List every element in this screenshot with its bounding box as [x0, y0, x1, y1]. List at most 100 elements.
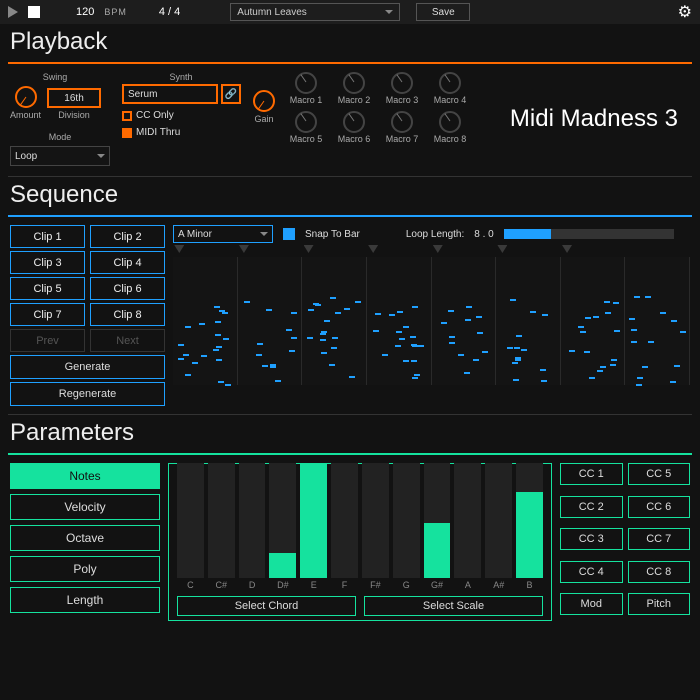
marker-lane[interactable]	[173, 245, 690, 255]
cc-button-cc7[interactable]: CC 7	[628, 528, 691, 550]
chord-marker[interactable]	[239, 245, 249, 253]
play-button[interactable]	[8, 6, 18, 18]
macro-3[interactable]: Macro 3	[383, 72, 421, 105]
clip-2[interactable]: Clip 2	[90, 225, 165, 248]
macro-4[interactable]: Macro 4	[431, 72, 469, 105]
scale-value: A Minor	[178, 229, 212, 240]
regenerate-button[interactable]: Regenerate	[10, 382, 165, 406]
synth-link-button[interactable]: 🔗	[221, 84, 241, 104]
note-weight-bars[interactable]: CC#DD#EFF#GG#AA#B	[177, 470, 543, 590]
chord-marker[interactable]	[562, 245, 572, 253]
prev-button[interactable]: Prev	[10, 329, 85, 352]
loop-length-slider[interactable]	[504, 229, 674, 239]
gear-icon[interactable]: ⚙	[678, 2, 692, 22]
clip-7[interactable]: Clip 7	[10, 303, 85, 326]
cc-button-pitch[interactable]: Pitch	[628, 593, 691, 615]
cc-button-cc6[interactable]: CC 6	[628, 496, 691, 518]
macro-label: Macro 6	[338, 134, 371, 144]
note-bar-A[interactable]: A	[454, 463, 481, 590]
note-bar-E[interactable]: E	[300, 463, 327, 590]
snap-checkbox[interactable]	[283, 228, 295, 240]
midi-thru-checkbox[interactable]: MIDI Thru	[122, 127, 241, 138]
tab-octave[interactable]: Octave	[10, 525, 160, 551]
next-button[interactable]: Next	[90, 329, 165, 352]
tab-notes[interactable]: Notes	[10, 463, 160, 489]
cc-button-mod[interactable]: Mod	[560, 593, 623, 615]
gain-label: Gain	[254, 114, 273, 124]
preset-select[interactable]: Autumn Leaves	[230, 3, 400, 21]
cc-button-cc2[interactable]: CC 2	[560, 496, 623, 518]
swing-division[interactable]: 16th	[47, 88, 101, 108]
scale-select[interactable]: A Minor	[173, 225, 273, 243]
note-bar-F[interactable]: F	[331, 463, 358, 590]
cc-button-cc3[interactable]: CC 3	[560, 528, 623, 550]
macro-7[interactable]: Macro 7	[383, 111, 421, 144]
piano-roll[interactable]	[173, 257, 690, 385]
tab-length[interactable]: Length	[10, 587, 160, 613]
select-scale-button[interactable]: Select Scale	[364, 596, 543, 616]
cc-button-cc5[interactable]: CC 5	[628, 463, 691, 485]
loop-length-label: Loop Length:	[406, 229, 464, 240]
gain-knob[interactable]	[253, 90, 275, 112]
macro-knob[interactable]	[391, 72, 413, 94]
swing-label: Swing	[10, 72, 100, 82]
macro-6[interactable]: Macro 6	[335, 111, 373, 144]
macro-label: Macro 4	[434, 95, 467, 105]
timesig[interactable]: 4 / 4	[159, 6, 180, 18]
macro-1[interactable]: Macro 1	[287, 72, 325, 105]
macro-8[interactable]: Macro 8	[431, 111, 469, 144]
save-button[interactable]: Save	[416, 3, 470, 21]
select-chord-button[interactable]: Select Chord	[177, 596, 356, 616]
chord-marker[interactable]	[174, 245, 184, 253]
snap-label: Snap To Bar	[305, 229, 360, 240]
swing-amount-knob[interactable]	[15, 86, 37, 108]
clip-1[interactable]: Clip 1	[10, 225, 85, 248]
note-bar-B[interactable]: B	[516, 463, 543, 590]
mode-value: Loop	[15, 151, 37, 162]
macro-knob[interactable]	[439, 72, 461, 94]
chevron-down-icon	[385, 10, 393, 14]
synth-input[interactable]: Serum	[122, 84, 218, 104]
macro-knob[interactable]	[295, 72, 317, 94]
macro-label: Macro 7	[386, 134, 419, 144]
note-bar-D[interactable]: D	[239, 463, 266, 590]
cc-button-cc4[interactable]: CC 4	[560, 561, 623, 583]
note-bar-C[interactable]: C	[177, 463, 204, 590]
macro-2[interactable]: Macro 2	[335, 72, 373, 105]
chord-marker[interactable]	[304, 245, 314, 253]
macro-knob[interactable]	[343, 72, 365, 94]
note-bar-Ds[interactable]: D#	[269, 463, 296, 590]
bpm-value[interactable]: 120	[76, 6, 94, 18]
param-tabs: Notes Velocity Octave Poly Length	[10, 463, 160, 621]
note-bar-label: D#	[277, 580, 289, 590]
tab-poly[interactable]: Poly	[10, 556, 160, 582]
mode-select[interactable]: Loop	[10, 146, 110, 166]
chord-marker[interactable]	[368, 245, 378, 253]
macro-label: Macro 5	[290, 134, 323, 144]
clip-8[interactable]: Clip 8	[90, 303, 165, 326]
note-bar-As[interactable]: A#	[485, 463, 512, 590]
tab-velocity[interactable]: Velocity	[10, 494, 160, 520]
note-bar-label: D	[249, 580, 256, 590]
macro-5[interactable]: Macro 5	[287, 111, 325, 144]
note-bar-G[interactable]: G	[393, 463, 420, 590]
note-bar-Fs[interactable]: F#	[362, 463, 389, 590]
stop-button[interactable]	[28, 6, 40, 18]
chord-marker[interactable]	[497, 245, 507, 253]
clip-3[interactable]: Clip 3	[10, 251, 85, 274]
cc-button-cc8[interactable]: CC 8	[628, 561, 691, 583]
macro-knob[interactable]	[343, 111, 365, 133]
cc-button-cc1[interactable]: CC 1	[560, 463, 623, 485]
macro-knob[interactable]	[391, 111, 413, 133]
note-bar-Cs[interactable]: C#	[208, 463, 235, 590]
generate-button[interactable]: Generate	[10, 355, 165, 379]
clip-5[interactable]: Clip 5	[10, 277, 85, 300]
synth-label: Synth	[122, 72, 240, 82]
clip-4[interactable]: Clip 4	[90, 251, 165, 274]
note-bar-Gs[interactable]: G#	[424, 463, 451, 590]
macro-knob[interactable]	[295, 111, 317, 133]
cc-only-checkbox[interactable]: CC Only	[122, 110, 241, 121]
clip-6[interactable]: Clip 6	[90, 277, 165, 300]
chord-marker[interactable]	[433, 245, 443, 253]
macro-knob[interactable]	[439, 111, 461, 133]
